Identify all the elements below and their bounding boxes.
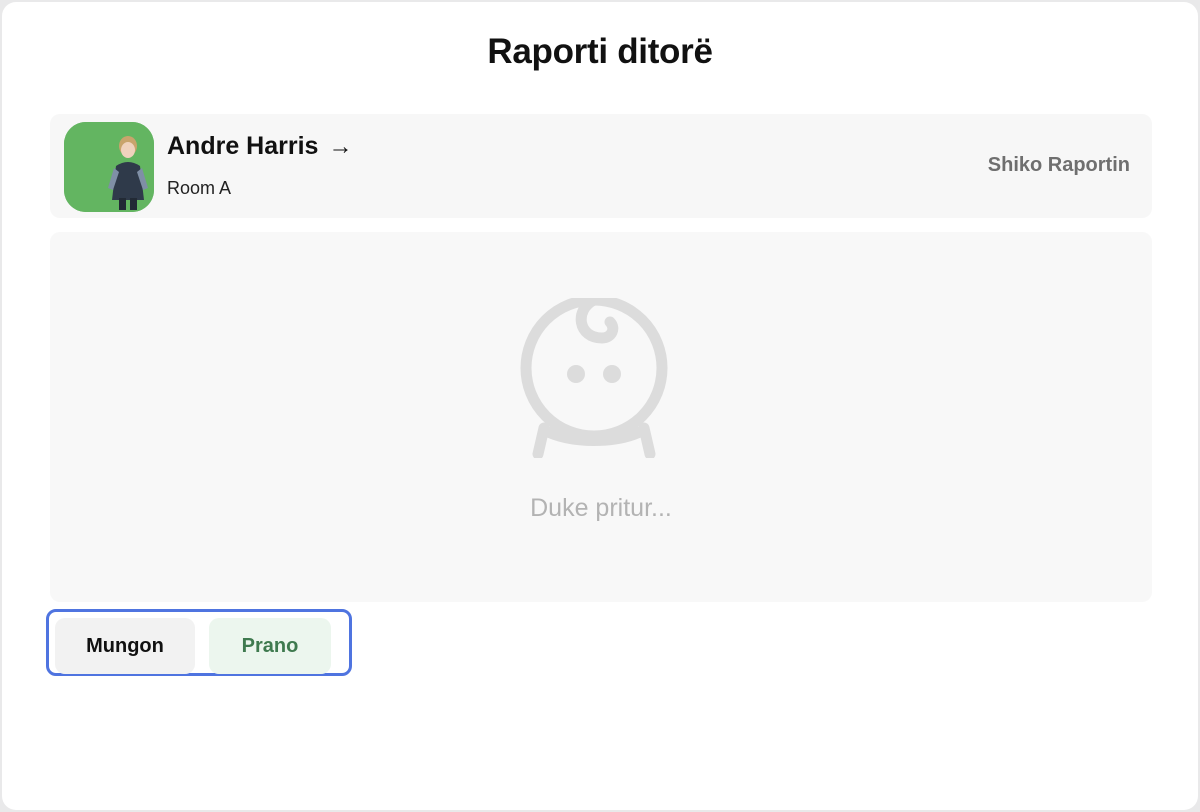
child-card: Andre Harris → Room A Shiko Raportin: [50, 114, 1152, 218]
child-photo: [64, 122, 154, 212]
baby-face-icon: [520, 298, 668, 458]
accept-button[interactable]: Prano: [209, 618, 331, 674]
child-room: Room A: [167, 178, 232, 198]
child-avatar[interactable]: [64, 122, 154, 212]
absent-button[interactable]: Mungon: [55, 618, 195, 674]
child-name-link[interactable]: Andre Harris →: [167, 132, 352, 161]
arrow-right-icon: →: [328, 133, 353, 160]
waiting-status-text: Duke pritur...: [530, 494, 672, 522]
modal-title: Raporti ditorë: [487, 32, 713, 71]
attendance-actions: Mungon Prano: [46, 609, 352, 676]
daily-report-modal: Raporti ditorë Andre Harris → Room A Shi…: [2, 2, 1198, 810]
waiting-panel: Duke pritur...: [50, 232, 1152, 602]
view-report-button[interactable]: Shiko Raportin: [988, 154, 1130, 177]
child-name: Andre Harris: [167, 132, 319, 160]
